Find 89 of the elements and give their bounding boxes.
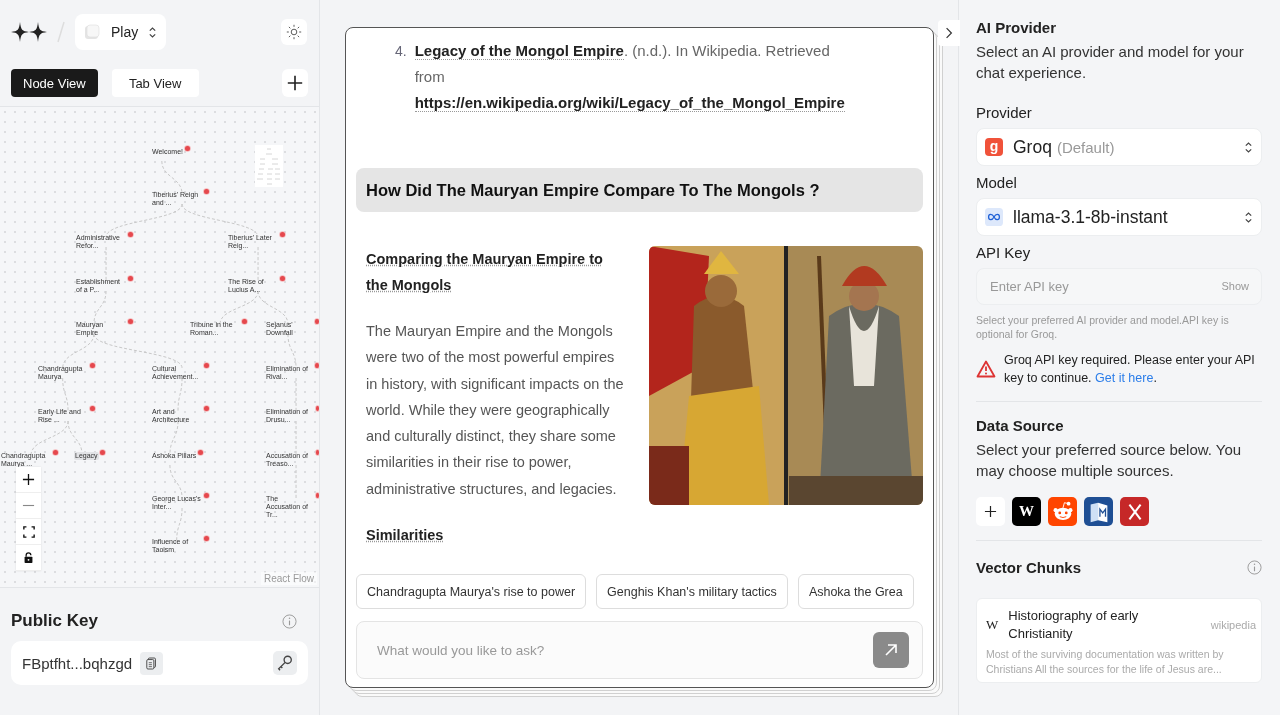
node-badge: [185, 146, 190, 151]
section-description: Select your preferred source below. You may choose multiple sources.: [976, 440, 1243, 481]
suggestion-chip[interactable]: Chandragupta Maurya's rise to power: [356, 574, 587, 609]
copy-button[interactable]: [140, 651, 164, 675]
field-label: Model: [976, 174, 1018, 191]
node-badge: [128, 276, 133, 281]
zoom-in-button[interactable]: [16, 467, 41, 493]
add-source-button[interactable]: [976, 497, 1005, 526]
fit-view-icon: [22, 525, 35, 538]
reference-url-link[interactable]: https://en.wikipedia.org/wiki/Legacy_of_the_Mongol_Empire: [414, 94, 845, 112]
view-tab[interactable]: Tab View: [111, 69, 199, 97]
reference-title-link[interactable]: Legacy of the Mongol Empire: [414, 42, 624, 60]
chevron-updown-icon: [1244, 140, 1253, 154]
section-title: AI Provider: [976, 19, 1058, 36]
node-badge: [128, 232, 133, 237]
field-label: API Key: [976, 244, 1032, 261]
node-badge: [99, 450, 105, 455]
chunk-source: wikipedia: [1210, 619, 1256, 631]
chunk-excerpt: Most of the surviving documentation was written by Christians All the sources for the life of Jesus are...: [986, 647, 1225, 676]
book-source-button[interactable]: [1084, 497, 1113, 526]
answer-heading: Comparing the Mauryan Empire to the Mongols: [366, 250, 604, 295]
wikipedia-logo-icon: W: [986, 617, 999, 633]
node-badge: [204, 536, 209, 541]
view-tab[interactable]: Node View: [11, 69, 98, 97]
wikipedia-source-button[interactable]: W: [1012, 497, 1041, 526]
suggestion-chip[interactable]: Ashoka the Grea: [797, 574, 914, 609]
node-badge: [315, 406, 319, 411]
plus-icon: [984, 505, 997, 518]
section-title: Vector Chunks: [976, 559, 1082, 576]
slash-separator-icon: [56, 20, 66, 44]
theme-toggle-button[interactable]: [281, 19, 307, 45]
connector-line: [219, 290, 259, 325]
copy-icon: [146, 656, 158, 670]
node-badge: [315, 450, 319, 455]
add-button[interactable]: [282, 69, 308, 97]
project-dropdown[interactable]: Play: [75, 14, 167, 50]
reddit-source-button[interactable]: [1048, 497, 1077, 526]
question-input[interactable]: What would you like to ask?: [356, 621, 923, 679]
send-button[interactable]: [873, 632, 909, 668]
public-key-title: Public Key: [11, 611, 98, 631]
node-badge: [128, 319, 133, 324]
node-badge: [315, 363, 319, 368]
node-badge: [204, 493, 209, 498]
warning-icon: [976, 360, 996, 378]
node-badge: [198, 450, 204, 455]
node-badge: [314, 319, 319, 324]
section-subheading: Similarities: [366, 527, 445, 543]
node-badge: [280, 276, 285, 281]
reference-number: 4.: [395, 42, 407, 61]
node-badge: [204, 363, 209, 368]
plus-icon: [286, 74, 304, 92]
section-title: Data Source: [976, 417, 1065, 434]
question-heading: How Did The Mauryan Empire Compare To The Mongols ?: [356, 168, 923, 212]
node-badge: [315, 493, 319, 498]
node-badge: [204, 189, 209, 194]
infinity-logo-icon: [985, 208, 1003, 226]
chevron-updown-icon: [1244, 210, 1253, 224]
plus-icon: [22, 473, 35, 486]
collapse-panel-button[interactable]: [938, 20, 960, 46]
provider-select[interactable]: g Groq (Default): [976, 128, 1262, 166]
cube-icon: [83, 23, 101, 41]
node-badge: [280, 232, 285, 237]
key-button[interactable]: [273, 651, 297, 675]
warning-message: Groq API key required. Please enter your API key to continue. Get it here.: [1004, 352, 1256, 387]
node-badge: [242, 319, 247, 324]
sun-icon: [286, 24, 302, 40]
api-key-hint: Select your preferred AI provider and model.API key is optional for Groq.: [976, 313, 1230, 341]
key-icon: [276, 654, 294, 672]
provider-logo-icon: g: [985, 138, 1003, 156]
connector-line: [177, 377, 183, 412]
node-badge: [53, 450, 58, 455]
lock-button[interactable]: [16, 545, 41, 571]
node-badge: [90, 406, 95, 411]
lock-icon: [23, 552, 34, 563]
minimap-drawing: [255, 145, 283, 187]
x-source-button[interactable]: [1120, 497, 1149, 526]
reference-text: Legacy of the Mongol Empire. (n.d.). In Wikipedia. Retrieved from https://en.wikipedia.org/wiki/Legacy_of_the_Mongol_Empire: [414, 41, 846, 114]
node-badge: [204, 406, 209, 411]
public-key-value: FBptfht...bqhzgd: [22, 654, 133, 672]
field-label: Provider: [976, 104, 1033, 121]
model-select[interactable]: llama-3.1-8b-instant: [976, 198, 1262, 236]
section-description: Select an AI provider and model for your chat experience.: [976, 42, 1245, 83]
chevron-updown-icon: [148, 25, 158, 39]
chunk-title: Historiography of early Christianity: [1008, 607, 1140, 643]
node-badge: [90, 363, 95, 368]
answer-paragraph: The Mauryan Empire and the Mongols were two of the most powerful empires in history, with significant impacts on the world. While they were geographically and culturally distinct, they share some similarities in their rise to power, administrative structures, and legacies.: [366, 322, 625, 499]
chevron-right-icon: [945, 27, 953, 39]
suggestion-chip[interactable]: Genghis Khan's military tactics: [596, 574, 788, 609]
fit-view-button[interactable]: [16, 519, 41, 545]
